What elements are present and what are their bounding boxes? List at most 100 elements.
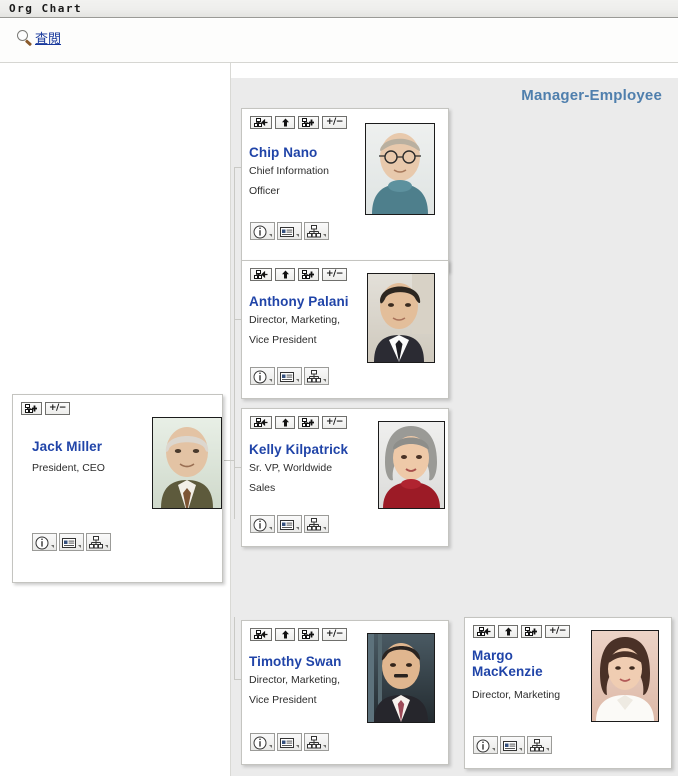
move-up-button[interactable] (275, 628, 295, 641)
card-bottom-toolbar (250, 367, 329, 385)
card-photo (591, 630, 659, 722)
window-titlebar: Org Chart (0, 0, 678, 18)
contact-card-button[interactable] (500, 736, 525, 754)
chevron-down-icon (296, 527, 299, 530)
contact-card-button[interactable] (277, 367, 302, 385)
card-photo (365, 123, 435, 215)
org-hierarchy-button[interactable] (304, 515, 329, 533)
chevron-down-icon (519, 748, 522, 751)
card-top-toolbar: +/− (250, 628, 347, 641)
card-top-toolbar: +/− (250, 268, 347, 281)
business-card-icon (503, 739, 517, 757)
expand-subtree-button[interactable] (298, 416, 319, 429)
business-card-icon (62, 536, 76, 554)
toggle-expand-button[interactable]: +/− (322, 628, 347, 641)
card-bottom-toolbar (250, 222, 329, 240)
org-hierarchy-button[interactable] (304, 222, 329, 240)
info-button[interactable] (250, 222, 275, 240)
info-circle-icon (253, 370, 267, 389)
toggle-expand-button[interactable]: +/− (322, 268, 347, 281)
org-chart-canvas: Manager-Employee +/− Jack Miller Preside… (0, 63, 678, 776)
business-card-icon (280, 518, 294, 536)
go-to-manager-button[interactable] (473, 625, 495, 638)
person-card[interactable]: +/− Chip Nano Chief Information Officer (241, 108, 449, 272)
toggle-expand-button[interactable]: +/− (45, 402, 70, 415)
card-person-name: Timothy Swan (249, 654, 342, 669)
toggle-expand-button[interactable]: +/− (322, 116, 347, 129)
contact-card-button[interactable] (277, 515, 302, 533)
card-person-title-line2: Sales (249, 482, 276, 494)
chevron-down-icon (546, 748, 549, 751)
person-card[interactable]: +/− Kelly Kilpatrick Sr. VP, Worldwide S… (241, 408, 449, 547)
org-hierarchy-button[interactable] (86, 533, 111, 551)
chevron-down-icon (269, 379, 272, 382)
person-card[interactable]: +/− Timothy Swan Director, Marketing, Vi… (241, 620, 449, 765)
hierarchy-icon (307, 370, 321, 388)
expand-subtree-button[interactable] (21, 402, 42, 415)
toggle-expand-button[interactable]: +/− (322, 416, 347, 429)
person-card[interactable]: +/− Anthony Palani Director, Marketing, … (241, 260, 449, 399)
card-person-title-line2: Vice President (249, 694, 317, 706)
chevron-down-icon (323, 527, 326, 530)
chevron-down-icon (323, 745, 326, 748)
org-hierarchy-button[interactable] (304, 367, 329, 385)
card-person-title-line2: Vice President (249, 334, 317, 346)
up-arrow-icon (504, 627, 512, 636)
org-hierarchy-button[interactable] (304, 733, 329, 751)
card-top-toolbar: +/− (250, 116, 347, 129)
info-circle-icon (476, 739, 490, 758)
go-to-manager-button[interactable] (250, 628, 272, 641)
card-person-name: Kelly Kilpatrick (249, 442, 349, 457)
hierarchy-icon (530, 739, 544, 757)
contact-card-button[interactable] (277, 733, 302, 751)
move-up-button[interactable] (275, 116, 295, 129)
app-toolbar: 査閲 (0, 19, 678, 63)
org-left-arrow-icon (254, 418, 268, 427)
chevron-down-icon (269, 745, 272, 748)
toggle-expand-button[interactable]: +/− (545, 625, 570, 638)
contact-card-button[interactable] (277, 222, 302, 240)
org-hierarchy-button[interactable] (527, 736, 552, 754)
plus-minus-icon: +/− (326, 629, 343, 639)
search-link[interactable]: 査閲 (16, 28, 61, 48)
chevron-down-icon (296, 745, 299, 748)
move-up-button[interactable] (498, 625, 518, 638)
chevron-down-icon (323, 234, 326, 237)
card-person-name-line2: MacKenzie (472, 664, 543, 679)
chevron-down-icon (296, 234, 299, 237)
card-person-name: Jack Miller (32, 439, 103, 454)
go-to-manager-button[interactable] (250, 416, 272, 429)
person-card[interactable]: +/− Margo MacKenzie Director, Marketing (464, 617, 672, 769)
move-up-button[interactable] (275, 268, 295, 281)
plus-minus-icon: +/− (49, 403, 66, 413)
expand-subtree-button[interactable] (298, 268, 319, 281)
info-button[interactable] (473, 736, 498, 754)
card-top-toolbar: +/− (250, 416, 347, 429)
expand-subtree-button[interactable] (298, 116, 319, 129)
card-top-toolbar: +/− (21, 402, 70, 415)
business-card-icon (280, 736, 294, 754)
hierarchy-icon (307, 736, 321, 754)
contact-card-button[interactable] (59, 533, 84, 551)
chevron-down-icon (269, 527, 272, 530)
portrait-kelly-kilpatrick (379, 422, 444, 508)
org-left-arrow-icon (254, 270, 268, 279)
go-to-manager-button[interactable] (250, 116, 272, 129)
info-button[interactable] (250, 733, 275, 751)
info-button[interactable] (32, 533, 57, 551)
card-bottom-toolbar (32, 533, 111, 551)
org-plus-icon (302, 630, 314, 639)
card-photo (367, 633, 435, 723)
hierarchy-icon (89, 536, 103, 554)
person-card-root[interactable]: +/− Jack Miller President, CEO (12, 394, 223, 583)
plus-minus-icon: +/− (326, 417, 343, 427)
expand-subtree-button[interactable] (298, 628, 319, 641)
move-up-button[interactable] (275, 416, 295, 429)
card-photo (152, 417, 222, 509)
chevron-down-icon (51, 545, 54, 548)
go-to-manager-button[interactable] (250, 268, 272, 281)
search-link-label: 査閲 (35, 31, 62, 46)
info-button[interactable] (250, 367, 275, 385)
expand-subtree-button[interactable] (521, 625, 542, 638)
info-button[interactable] (250, 515, 275, 533)
